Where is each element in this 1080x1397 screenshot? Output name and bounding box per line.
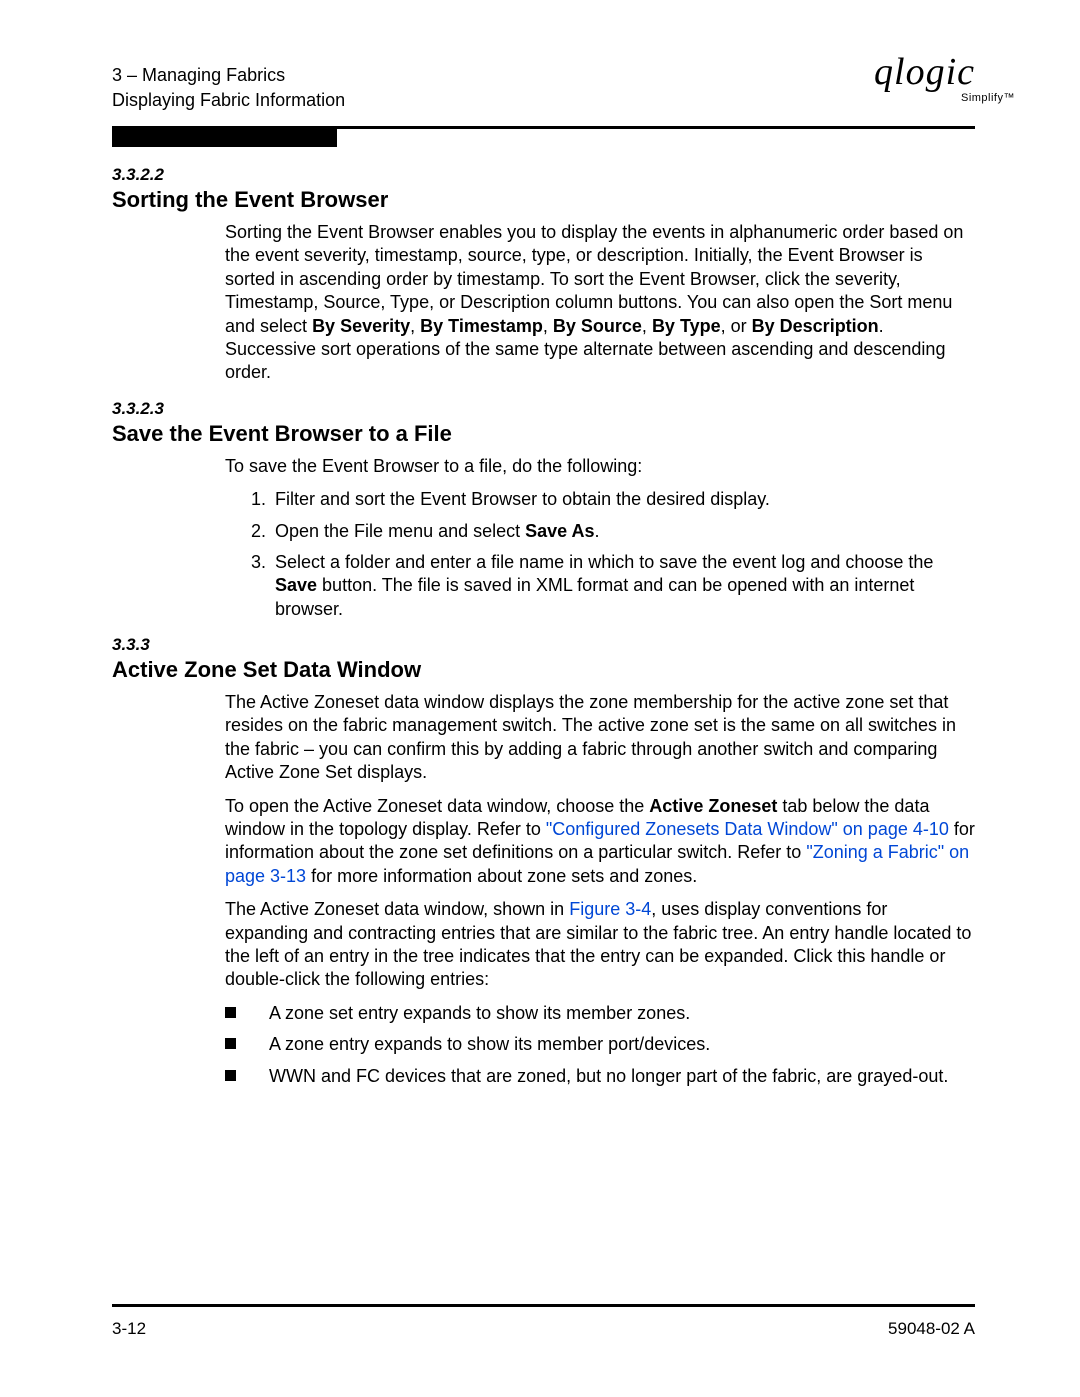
logo: qlogic Simplify™ [874,50,975,112]
para-active-zone-1: The Active Zoneset data window displays … [225,691,975,785]
para-active-zone-3: The Active Zoneset data window, shown in… [225,898,975,992]
doc-id: 59048-02 A [888,1319,975,1339]
link-figure-3-4[interactable]: Figure 3-4 [569,899,651,919]
active-zone-bullets: A zone set entry expands to show its mem… [225,1002,975,1088]
heading-active-zone-set: Active Zone Set Data Window [112,657,975,683]
section-number-3323: 3.3.2.3 [112,399,975,419]
black-bar [112,129,337,147]
section-number-3322: 3.3.2.2 [112,165,975,185]
bullet-zone-entry: A zone entry expands to show its member … [225,1033,975,1056]
para-active-zone-2: To open the Active Zoneset data window, … [225,795,975,889]
heading-save-event-browser-file: Save the Event Browser to a File [112,421,975,447]
step-2: Open the File menu and select Save As. [271,520,975,543]
save-steps-list: Filter and sort the Event Browser to obt… [225,488,975,621]
heading-sorting-event-browser: Sorting the Event Browser [112,187,975,213]
step-3: Select a folder and enter a file name in… [271,551,975,621]
bullet-zone-set: A zone set entry expands to show its mem… [225,1002,975,1025]
chapter-line: 3 – Managing Fabrics [112,63,345,87]
footer-rule [112,1304,975,1307]
step-1: Filter and sort the Event Browser to obt… [271,488,975,511]
chapter-subtitle: Displaying Fabric Information [112,88,345,112]
page-number: 3-12 [112,1319,146,1339]
page-footer: 3-12 59048-02 A [112,1319,975,1339]
page-header: 3 – Managing Fabrics Displaying Fabric I… [112,50,975,122]
logo-main: qlogic [874,51,975,93]
logo-subtext: Simplify™ [961,92,1015,104]
para-sorting: Sorting the Event Browser enables you to… [225,221,975,385]
section-number-333: 3.3.3 [112,635,975,655]
link-configured-zonesets[interactable]: "Configured Zonesets Data Window" on pag… [546,819,949,839]
para-save-intro: To save the Event Browser to a file, do … [225,455,975,478]
bullet-wwn-fc: WWN and FC devices that are zoned, but n… [225,1065,975,1088]
